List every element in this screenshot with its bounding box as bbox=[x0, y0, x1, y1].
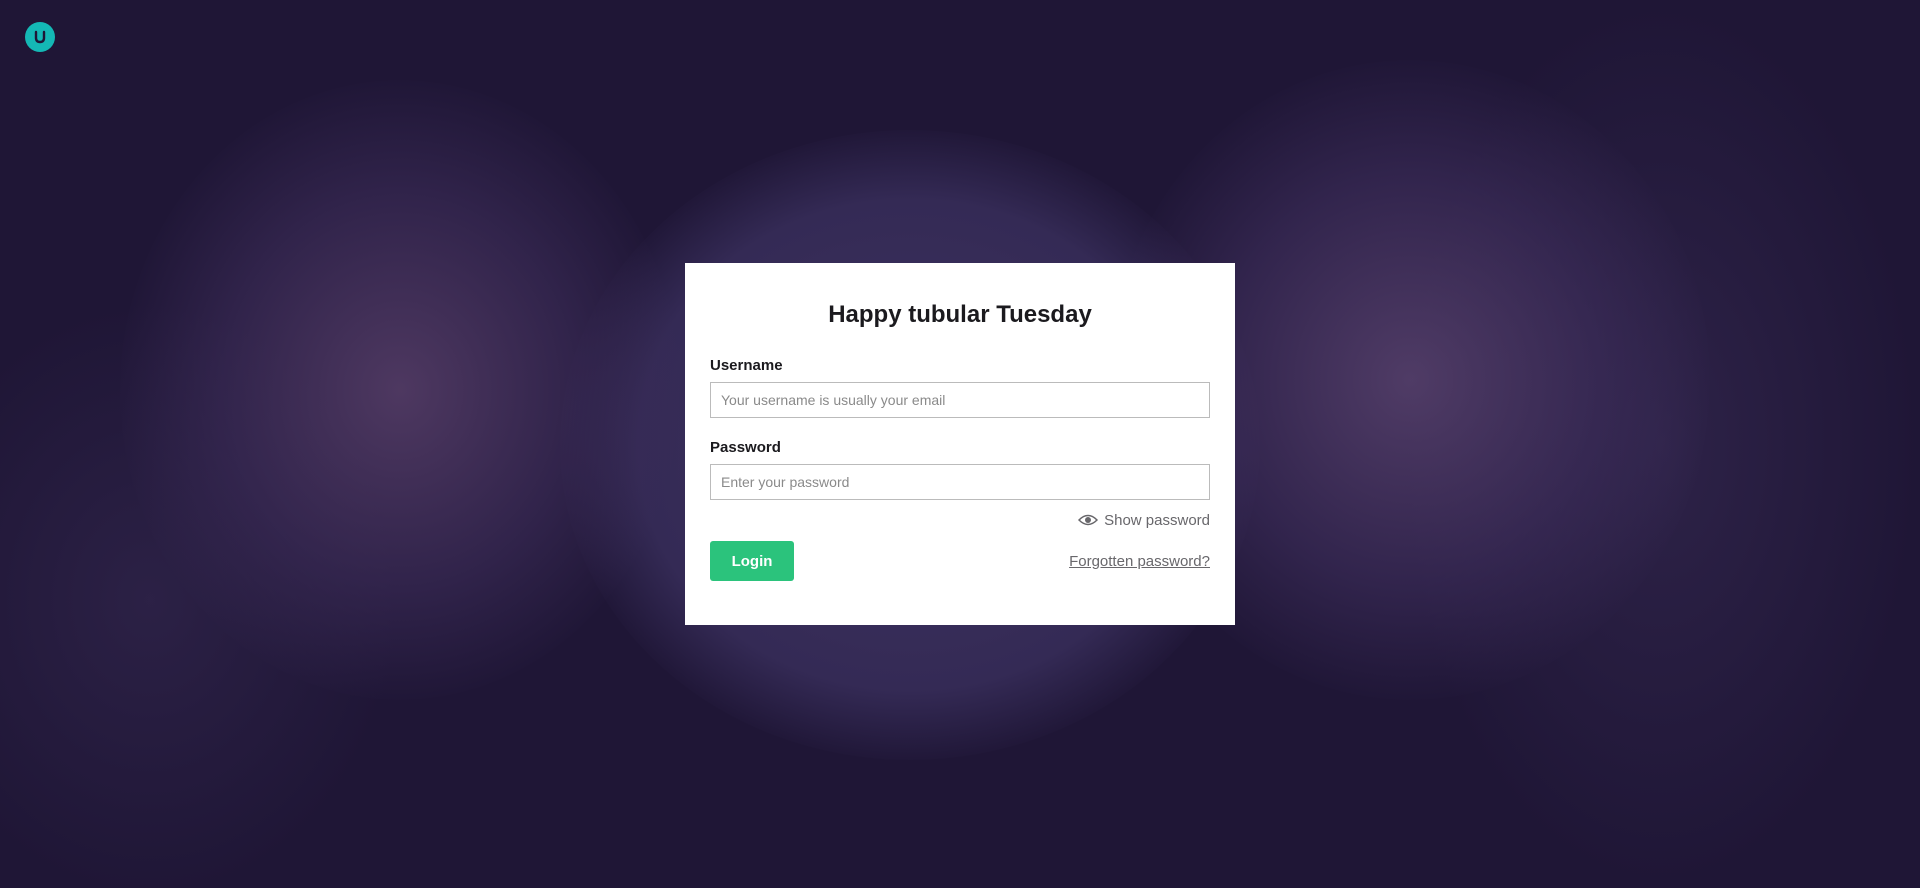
logo-glyph bbox=[34, 30, 46, 44]
umbraco-logo-icon[interactable] bbox=[25, 22, 55, 52]
login-title: Happy tubular Tuesday bbox=[828, 301, 1092, 328]
username-label: Username bbox=[710, 357, 783, 374]
login-button[interactable]: Login bbox=[710, 541, 794, 581]
show-password-label: Show password bbox=[1104, 511, 1210, 529]
forgotten-password-link[interactable]: Forgotten password? bbox=[1069, 553, 1210, 570]
show-password-toggle[interactable]: Show password bbox=[710, 511, 1210, 529]
username-input[interactable] bbox=[710, 382, 1210, 418]
login-card: Happy tubular Tuesday Username Password … bbox=[685, 263, 1235, 625]
background-hand-left bbox=[120, 80, 680, 700]
password-input[interactable] bbox=[710, 464, 1210, 500]
eye-icon bbox=[1078, 513, 1099, 527]
login-actions: Login Forgotten password? bbox=[710, 541, 1210, 581]
password-label: Password bbox=[710, 439, 781, 456]
